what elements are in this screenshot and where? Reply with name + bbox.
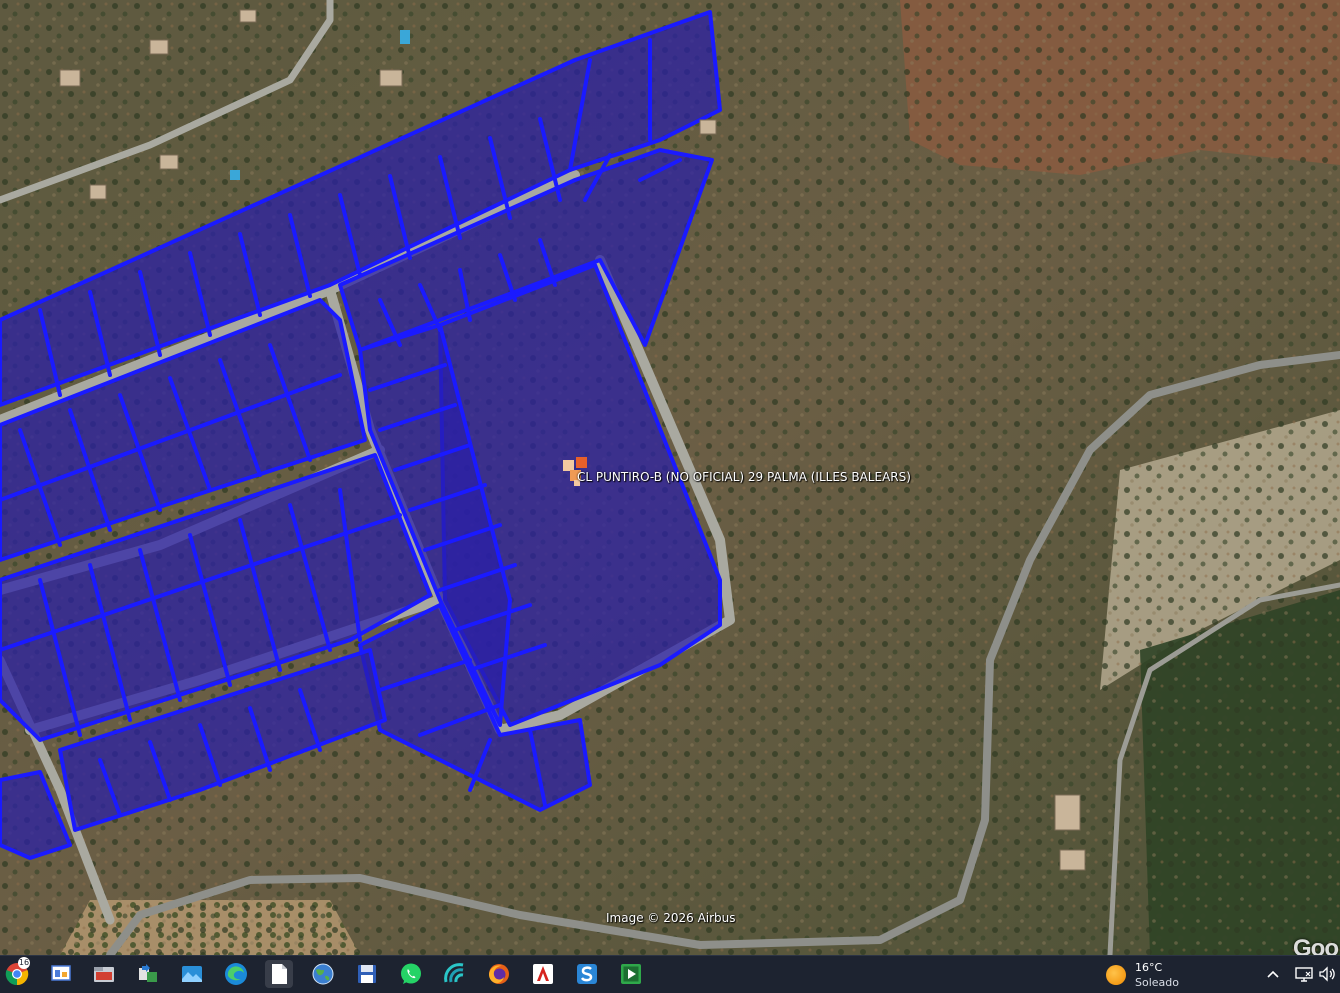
taskbar-app-file-explorer[interactable] [90, 960, 118, 988]
taskbar-app-chrome[interactable]: 16 [3, 957, 31, 988]
taskbar-app-media-player[interactable] [617, 960, 645, 988]
weather-widget[interactable]: 16°C Soleado [1104, 959, 1214, 990]
monitor-icon [1294, 964, 1314, 984]
taskbar-app-transfer-tool[interactable] [134, 960, 162, 988]
taskbar-app-s-app[interactable] [573, 960, 601, 988]
taskbar-app-edge[interactable] [222, 960, 250, 988]
taskbar-app-notepad[interactable] [265, 960, 293, 988]
chevron-up-icon [1263, 964, 1283, 984]
edge-icon [224, 962, 248, 986]
photos-icon [180, 962, 204, 986]
chrome-badge: 16 [18, 957, 30, 969]
display-tray-button[interactable] [1294, 964, 1314, 984]
taskbar-app-save-tool[interactable] [353, 960, 381, 988]
globe-icon [311, 962, 335, 986]
google-logo: Goo [1293, 935, 1339, 955]
floppy-disk-icon [355, 962, 379, 986]
taskbar-app-presentation[interactable] [47, 960, 75, 988]
sun-icon [1106, 965, 1126, 985]
show-hidden-icons-button[interactable] [1263, 964, 1283, 984]
wave-icon [443, 962, 467, 986]
imagery-attribution: Image © 2026 Airbus [606, 911, 736, 925]
play-icon [619, 962, 643, 986]
document-icon [267, 962, 291, 986]
volume-tray-button[interactable] [1318, 964, 1338, 984]
taskbar-app-firefox[interactable] [485, 960, 513, 988]
firefox-icon [487, 962, 511, 986]
taskbar-app-wave-app[interactable] [441, 960, 469, 988]
whatsapp-icon [399, 962, 423, 986]
satellite-map[interactable]: CL PUNTIRO-B (NO OFICIAL) 29 PALMA (ILLE… [0, 0, 1340, 955]
presentation-icon [49, 962, 73, 986]
transfer-icon [136, 962, 160, 986]
placemark-label[interactable]: CL PUNTIRO-B (NO OFICIAL) 29 PALMA (ILLE… [577, 470, 911, 484]
speaker-icon [1318, 964, 1338, 984]
windows-taskbar: 16 16°C Soleado [0, 955, 1340, 993]
taskbar-app-acrobat[interactable] [529, 960, 557, 988]
folder-icon [92, 962, 116, 986]
weather-temperature: 16°C [1135, 961, 1163, 974]
taskbar-app-google-earth[interactable] [309, 960, 337, 988]
taskbar-app-whatsapp[interactable] [397, 960, 425, 988]
s-app-icon [575, 962, 599, 986]
weather-condition: Soleado [1135, 976, 1179, 989]
acrobat-icon [531, 962, 555, 986]
taskbar-app-photos[interactable] [178, 960, 206, 988]
